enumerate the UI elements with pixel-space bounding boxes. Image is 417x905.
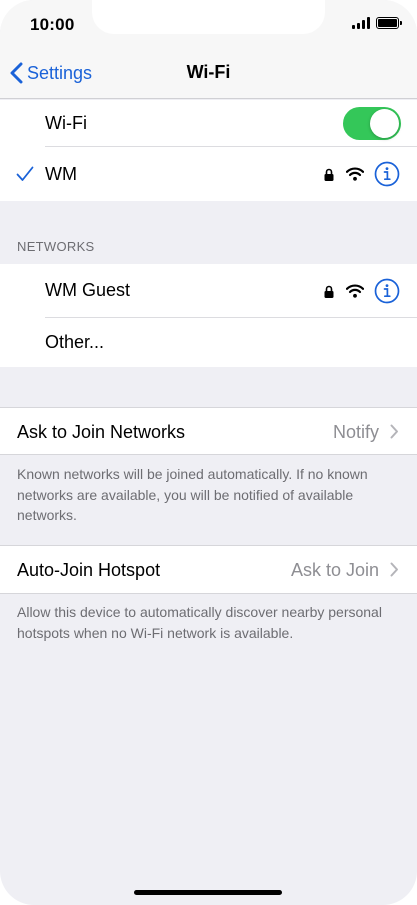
wifi-signal-icon xyxy=(346,284,364,298)
home-indicator[interactable] xyxy=(134,890,282,895)
status-icons xyxy=(352,17,402,29)
chevron-right-icon xyxy=(390,424,398,439)
auto-join-hotspot-label: Auto-Join Hotspot xyxy=(17,560,161,580)
network-icons xyxy=(324,278,400,304)
connected-network-icons xyxy=(324,161,400,187)
cellular-signal-icon xyxy=(352,17,370,29)
auto-join-hotspot-footnote: Allow this device to automatically disco… xyxy=(17,604,382,641)
checkmark-icon xyxy=(16,166,34,181)
networks-section-header: NETWORKS xyxy=(17,239,95,254)
ask-to-join-value: Notify xyxy=(332,422,379,442)
chevron-right-icon xyxy=(390,562,398,577)
info-icon[interactable] xyxy=(374,278,400,304)
ask-to-join-label: Ask to Join Networks xyxy=(17,422,186,442)
connected-network-name: WM xyxy=(45,163,77,184)
wifi-signal-icon xyxy=(346,167,364,181)
toggle-knob xyxy=(370,109,399,138)
auto-join-hotspot-row[interactable]: Auto-Join Hotspot Ask to Join xyxy=(0,545,417,594)
status-time: 10:00 xyxy=(30,15,75,34)
ask-to-join-row[interactable]: Ask to Join Networks Notify xyxy=(0,407,417,455)
lock-icon xyxy=(324,168,334,181)
network-name: WM Guest xyxy=(45,280,131,300)
lock-icon xyxy=(324,285,334,298)
wifi-label: Wi-Fi xyxy=(45,113,87,133)
notch xyxy=(92,0,325,34)
battery-icon xyxy=(376,17,402,29)
ask-to-join-footnote: Known networks will be joined automatica… xyxy=(17,466,368,523)
phone-screen: 10:00 Settings Wi-Fi Wi-Fi WM NETWORKS W… xyxy=(0,0,417,905)
page-title: Wi-Fi xyxy=(186,62,231,82)
auto-join-hotspot-value: Ask to Join xyxy=(290,560,379,580)
wifi-toggle[interactable] xyxy=(343,107,401,140)
info-icon[interactable] xyxy=(374,161,400,187)
top-bar: 10:00 Settings Wi-Fi xyxy=(0,0,417,99)
other-network-label: Other... xyxy=(45,332,105,352)
network-row-other[interactable]: Other... xyxy=(0,318,417,367)
